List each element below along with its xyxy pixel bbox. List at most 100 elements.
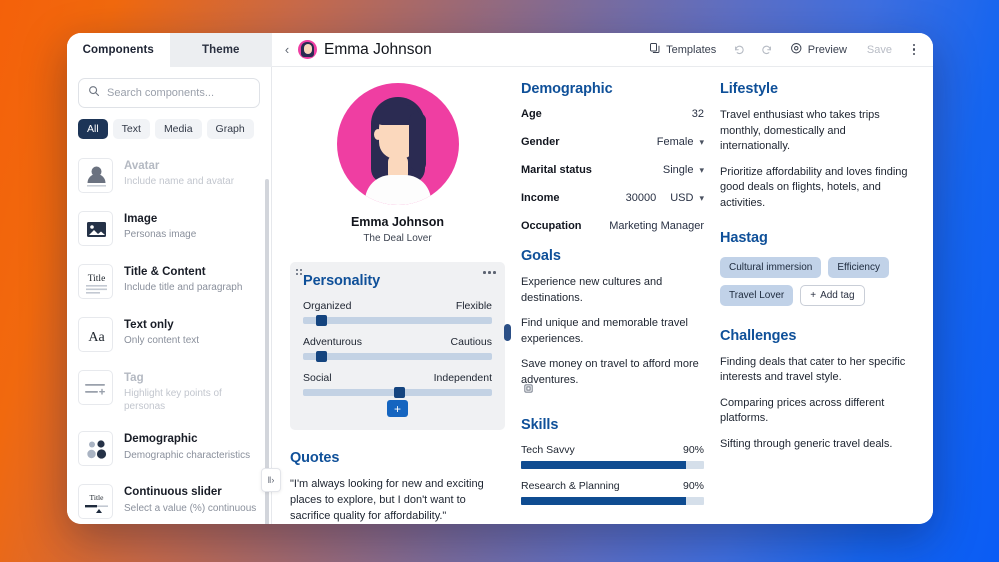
trash-icon[interactable] <box>521 380 536 396</box>
tag-travel-lover[interactable]: Travel Lover <box>720 285 793 306</box>
drag-dot <box>296 269 298 271</box>
component-sub: Demographic characteristics <box>124 449 250 462</box>
slider-track[interactable] <box>303 353 492 360</box>
document-avatar <box>298 40 317 59</box>
persona-role: The Deal Lover <box>290 233 505 244</box>
slider-track[interactable] <box>303 389 492 396</box>
resize-handle-icon[interactable] <box>504 324 511 341</box>
skill-track[interactable] <box>521 497 704 505</box>
tab-components[interactable]: Components <box>67 33 170 67</box>
svg-text:Aa: Aa <box>88 330 105 345</box>
component-text: Text only Only content text <box>124 317 199 347</box>
drag-dot <box>300 269 302 271</box>
component-item-tag[interactable]: Tag Highlight key points of personas <box>78 361 260 422</box>
chevron-left-icon[interactable]: ‹ <box>278 39 296 61</box>
filter-chip-text[interactable]: Text <box>113 119 150 139</box>
templates-button[interactable]: Templates <box>640 39 725 61</box>
avatar-face-shape <box>304 44 312 54</box>
filter-chip-media[interactable]: Media <box>155 119 202 139</box>
demographic-key: Gender <box>521 136 560 148</box>
skill-track[interactable] <box>521 461 704 469</box>
slider-thumb[interactable] <box>316 351 327 362</box>
drag-handle-icon[interactable] <box>296 269 302 275</box>
slider-left-label: Organized <box>303 300 351 312</box>
slider-thumb[interactable] <box>394 387 405 398</box>
component-item-text-only[interactable]: Aa Text only Only content text <box>78 308 260 361</box>
component-text: Title & Content Include title and paragr… <box>124 264 242 294</box>
chevron-down-icon[interactable]: ▾ <box>699 193 704 204</box>
slider-right-label: Independent <box>434 372 492 384</box>
slider-left-label: Adventurous <box>303 336 362 348</box>
undo-icon[interactable] <box>727 39 752 61</box>
demographic-value[interactable]: Single ▾ <box>663 164 704 176</box>
add-slider-icon[interactable]: + <box>387 400 408 417</box>
component-item-title-content[interactable]: Title Title & Content Include title and … <box>78 255 260 308</box>
title-content-thumb-icon: Title <box>78 264 113 299</box>
personality-card[interactable]: Personality Organized Flexible <box>290 262 505 430</box>
search-input[interactable] <box>107 87 250 99</box>
document-bar: ‹ Emma Johnson Templates <box>272 33 933 67</box>
component-item-avatar[interactable]: Avatar Include name and avatar <box>78 149 260 202</box>
redo-icon[interactable] <box>754 39 779 61</box>
filter-chip-graph[interactable]: Graph <box>207 119 254 139</box>
tag-cultural-immersion[interactable]: Cultural immersion <box>720 257 821 278</box>
component-item-image[interactable]: Image Personas image <box>78 202 260 255</box>
preview-button[interactable]: Preview <box>781 39 856 61</box>
chevron-down-icon[interactable]: ▾ <box>699 137 704 148</box>
lifestyle-title: Lifestyle <box>720 81 915 97</box>
add-tag-button[interactable]: + Add tag <box>800 285 864 306</box>
search-box[interactable] <box>78 78 260 108</box>
slider-thumb[interactable] <box>316 315 327 326</box>
avatar <box>337 83 459 205</box>
kebab-menu-icon[interactable] <box>903 39 925 61</box>
challenge-item: Sifting through generic travel deals. <box>720 437 915 453</box>
slider-adventurous-cautious: Adventurous Cautious <box>303 336 492 360</box>
quote-text: "I'm always looking for new and exciting… <box>290 477 505 524</box>
demographic-value[interactable]: 32 <box>692 108 704 120</box>
image-thumb-icon <box>78 211 113 246</box>
personality-title: Personality <box>303 273 492 289</box>
tab-theme[interactable]: Theme <box>170 33 273 67</box>
avatar-body-shape <box>365 175 431 205</box>
tag-efficiency[interactable]: Efficiency <box>828 257 889 278</box>
component-text: Demographic Demographic characteristics <box>124 431 250 461</box>
demographic-key: Occupation <box>521 220 582 232</box>
tag-label: Travel Lover <box>729 290 784 301</box>
challenge-item: Comparing prices across different platfo… <box>720 396 915 427</box>
skill-fill <box>521 461 686 469</box>
search-icon <box>88 84 100 102</box>
tab-components-label: Components <box>83 44 154 56</box>
text-only-thumb-icon: Aa <box>78 317 113 352</box>
component-text: Image Personas image <box>124 211 196 241</box>
component-sub: Include name and avatar <box>124 175 234 188</box>
demographic-value[interactable]: Female ▾ <box>657 136 704 148</box>
component-sub: Include title and paragraph <box>124 281 242 294</box>
component-list[interactable]: Avatar Include name and avatar Im <box>67 149 271 524</box>
quotes-title: Quotes <box>290 450 505 466</box>
copy-icon <box>649 42 661 57</box>
filter-chip-all[interactable]: All <box>78 119 108 139</box>
demographic-value[interactable]: Marketing Manager <box>609 220 704 232</box>
skill-percent: 90% <box>683 444 704 456</box>
demographic-row-income: Income 30000 USD ▾ <box>521 192 704 204</box>
slider-track[interactable] <box>303 317 492 324</box>
skills-section: Skills Tech Savvy 90% <box>521 417 704 505</box>
hashtag-section: Hastag Cultural immersion Efficiency Tra… <box>720 230 915 306</box>
card-more-dot <box>488 271 491 274</box>
save-button[interactable]: Save <box>858 39 901 61</box>
skill-fill <box>521 497 686 505</box>
card-more-dot <box>493 271 496 274</box>
card-more-icon[interactable] <box>483 271 496 274</box>
slider-labels: Social Independent <box>303 372 492 384</box>
component-item-demographic[interactable]: Demographic Demographic characteristics <box>78 422 260 475</box>
component-item-continuous-slider[interactable]: Title Continuous slider Select a value (… <box>78 475 260 524</box>
kebab-dot <box>913 44 916 47</box>
persona-avatar-block: Emma Johnson The Deal Lover <box>290 81 505 244</box>
collapse-panel-icon[interactable]: ‖› <box>261 468 281 492</box>
filter-chips: All Text Media Graph <box>67 108 271 149</box>
drag-dot <box>300 273 302 275</box>
slider-labels: Organized Flexible <box>303 300 492 312</box>
chevron-down-icon[interactable]: ▾ <box>699 165 704 176</box>
goal-item: Experience new cultures and destinations… <box>521 275 704 306</box>
demographic-value[interactable]: 30000 USD ▾ <box>626 192 704 204</box>
